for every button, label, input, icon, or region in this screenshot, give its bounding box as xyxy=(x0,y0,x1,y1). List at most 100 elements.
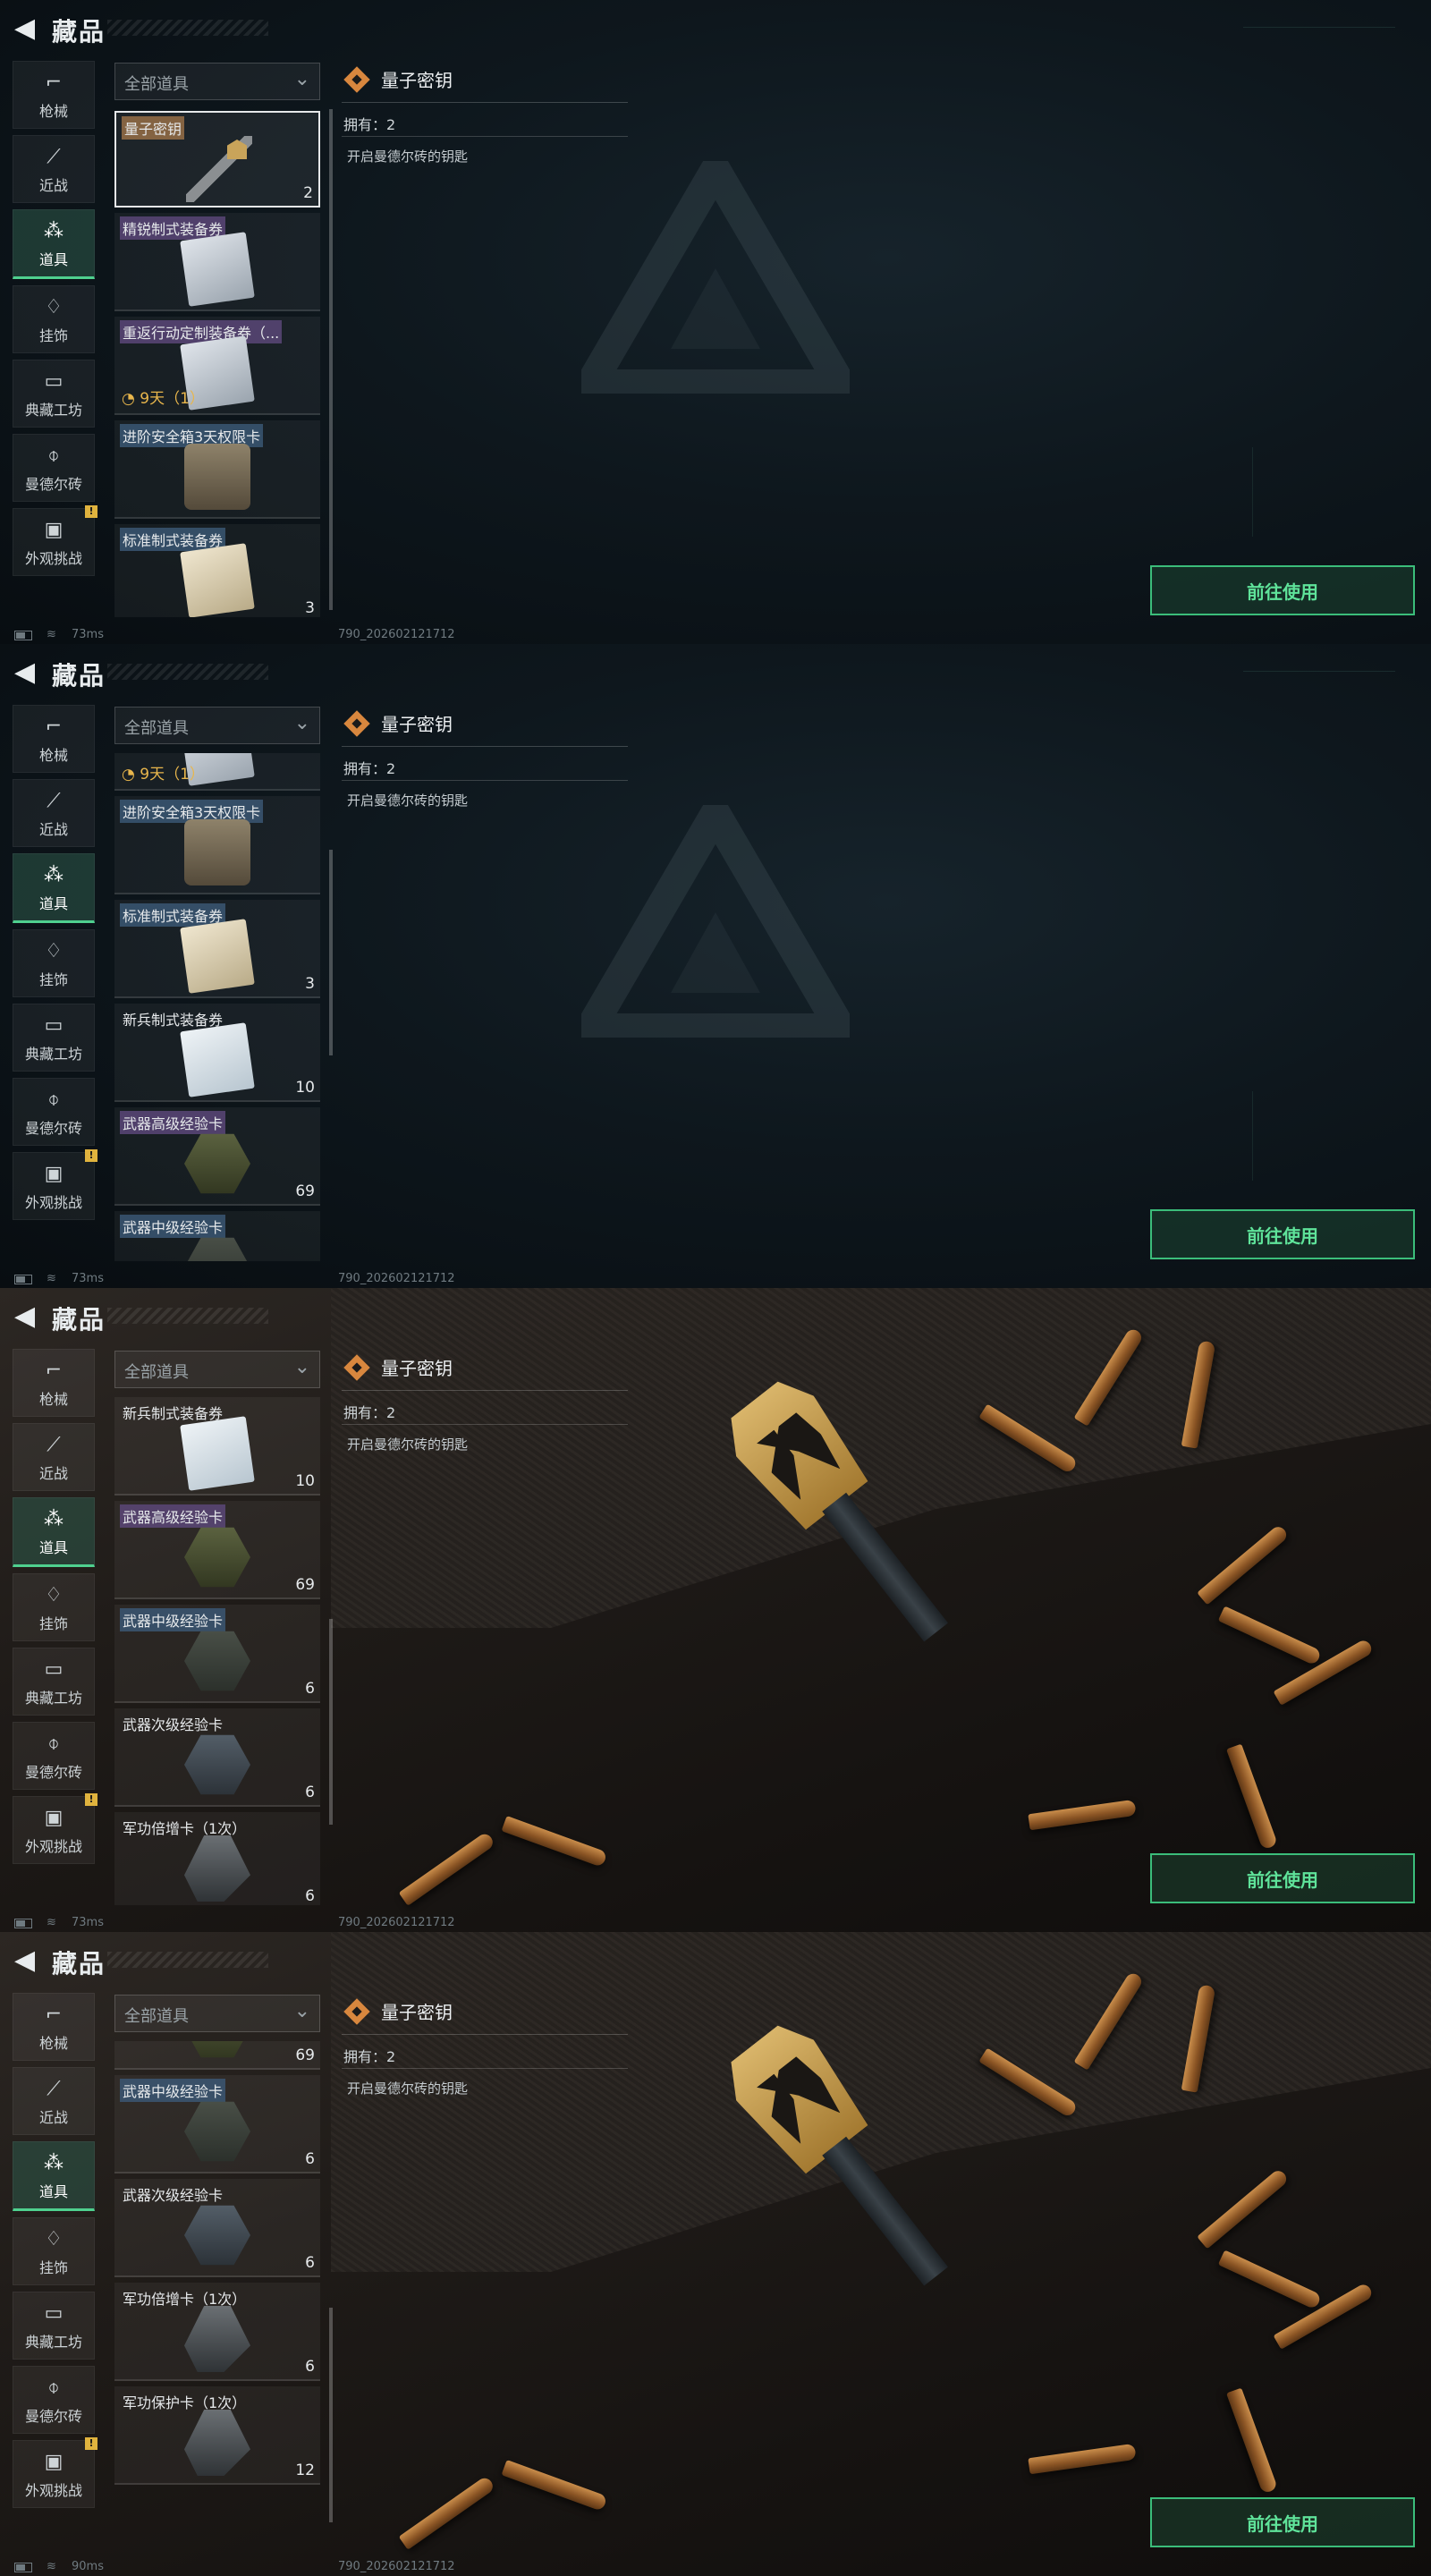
items-icon: ⁂ xyxy=(44,220,64,242)
back-arrow-icon[interactable]: ◀ xyxy=(14,1301,41,1333)
sidebar-item-label: 曼德尔砖 xyxy=(24,2408,82,2425)
list-item[interactable]: 武器中级经验卡 6 xyxy=(114,1605,320,1703)
sidebar-item-workshop[interactable]: ▭ 典藏工坊 xyxy=(13,1648,95,1716)
item-count: 6 xyxy=(305,2358,315,2376)
list-scrollbar[interactable] xyxy=(329,2308,333,2522)
quantum-key-icon xyxy=(343,66,370,93)
back-arrow-icon[interactable]: ◀ xyxy=(14,1945,41,1977)
filter-label: 全部道具 xyxy=(124,75,189,94)
list-item[interactable]: 武器中级经验卡 xyxy=(114,1211,320,1261)
sidebar-item-charms[interactable]: ♢ 挂饰 xyxy=(13,1573,95,1641)
item-count: 3 xyxy=(305,975,315,993)
sidebar-item-label: 枪械 xyxy=(38,1391,68,1408)
exp-card-icon xyxy=(184,1133,250,1194)
sidebar-item-appearance[interactable]: ! ▣ 外观挑战 xyxy=(13,505,97,576)
list-item[interactable]: 武器高级经验卡 69 xyxy=(114,1107,320,1206)
list-item[interactable]: 进阶安全箱3天权限卡 xyxy=(114,420,320,519)
list-item[interactable]: 军功倍增卡（1次） 6 xyxy=(114,1812,320,1905)
sidebar-item-items[interactable]: ⁂ 道具 xyxy=(13,1497,95,1567)
sidebar-item-guns[interactable]: ⌐ 枪械 xyxy=(13,61,95,129)
key-icon xyxy=(186,136,252,202)
list-item[interactable]: 进阶安全箱3天权限卡 xyxy=(114,796,320,894)
item-name: 武器中级经验卡 xyxy=(120,1608,226,1631)
sidebar-item-items[interactable]: ⁂ 道具 xyxy=(13,209,95,279)
sidebar-item-label: 挂饰 xyxy=(38,971,68,988)
sidebar-item-melee[interactable]: ⟋ 近战 xyxy=(13,2067,95,2135)
alert-badge: ! xyxy=(85,1793,97,1806)
owned-count: 拥有：2 xyxy=(343,116,396,133)
list-item[interactable]: 武器次级经验卡 6 xyxy=(114,1708,320,1807)
back-arrow-icon[interactable]: ◀ xyxy=(14,13,41,45)
list-scrollbar[interactable] xyxy=(329,850,333,1055)
sidebar-item-charms[interactable]: ♢ 挂饰 xyxy=(13,285,95,353)
sidebar-item-workshop[interactable]: ▭ 典藏工坊 xyxy=(13,2292,95,2360)
pistol-icon: ⌐ xyxy=(45,72,63,94)
sidebar-item-brick[interactable]: ⌽ 曼德尔砖 xyxy=(13,2366,95,2434)
list-item[interactable]: 精锐制式装备券 xyxy=(114,213,320,311)
list-item[interactable]: 军功保护卡（1次） 12 xyxy=(114,2386,320,2485)
sidebar-item-guns[interactable]: ⌐ 枪械 xyxy=(13,1349,95,1417)
list-scrollbar[interactable] xyxy=(329,109,333,610)
go-use-button[interactable]: 前往使用 xyxy=(1150,2497,1415,2547)
sidebar-item-brick[interactable]: ⌽ 曼德尔砖 xyxy=(13,434,95,502)
sidebar-item-guns[interactable]: ⌐ 枪械 xyxy=(13,1993,95,2061)
list-item[interactable]: 量子密钥 2 xyxy=(114,111,320,208)
list-item[interactable]: 军功倍增卡（1次） 6 xyxy=(114,2283,320,2381)
battery-icon xyxy=(14,2563,32,2572)
sidebar-item-melee[interactable]: ⟋ 近战 xyxy=(13,135,95,203)
list-item[interactable]: ◔ 9天（1） xyxy=(114,753,320,791)
background-logo xyxy=(581,161,850,394)
item-filter-dropdown[interactable]: 全部道具 ⌄ xyxy=(114,63,320,100)
wifi-icon: ≋ xyxy=(47,1272,56,1285)
list-item[interactable]: 69 xyxy=(114,2041,320,2070)
sidebar-item-appearance[interactable]: ! ▣ 外观挑战 xyxy=(13,1149,97,1220)
sidebar-item-appearance[interactable]: ! ▣ 外观挑战 xyxy=(13,2437,97,2508)
item-filter-dropdown[interactable]: 全部道具 ⌄ xyxy=(114,1351,320,1388)
owned-row: 拥有：2 xyxy=(342,2041,628,2069)
sidebar-item-melee[interactable]: ⟋ 近战 xyxy=(13,1423,95,1491)
list-scrollbar[interactable] xyxy=(329,1619,333,1825)
item-name: 武器高级经验卡 xyxy=(120,1111,226,1134)
detail-title: 量子密钥 xyxy=(381,714,453,735)
item-count: 6 xyxy=(305,2254,315,2272)
list-item[interactable]: 标准制式装备券 3 xyxy=(114,524,320,617)
list-item[interactable]: 标准制式装备券 3 xyxy=(114,900,320,998)
screen-2: ◀ 藏品 ⌐ 枪械 ⟋ 近战 ⁂ 道具 ♢ 挂饰 ▭ 典藏工坊 ⌽ 曼德尔砖 ! ▣ 外观挑战 … xyxy=(0,644,1431,1288)
sidebar-item-label: 近战 xyxy=(38,821,68,838)
sidebar-item-charms[interactable]: ♢ 挂饰 xyxy=(13,929,95,997)
sidebar-item-label: 曼德尔砖 xyxy=(24,1764,82,1781)
item-filter-dropdown[interactable]: 全部道具 ⌄ xyxy=(114,707,320,744)
list-item[interactable]: 武器高级经验卡 69 xyxy=(114,1501,320,1599)
sidebar-item-workshop[interactable]: ▭ 典藏工坊 xyxy=(13,360,95,428)
sidebar-item-label: 曼德尔砖 xyxy=(24,1120,82,1137)
sidebar-item-items[interactable]: ⁂ 道具 xyxy=(13,2141,95,2211)
sidebar-item-appearance[interactable]: ! ▣ 外观挑战 xyxy=(13,1793,97,1864)
go-use-button[interactable]: 前往使用 xyxy=(1150,1853,1415,1903)
exp-card-icon xyxy=(184,2101,250,2162)
sidebar-item-items[interactable]: ⁂ 道具 xyxy=(13,853,95,923)
sidebar-item-brick[interactable]: ⌽ 曼德尔砖 xyxy=(13,1078,95,1146)
page-title: 藏品 xyxy=(52,661,106,691)
category-sidebar: ⌐ 枪械 ⟋ 近战 ⁂ 道具 ♢ 挂饰 ▭ 典藏工坊 ⌽ 曼德尔砖 ! ▣ 外观挑战 xyxy=(13,1993,97,2514)
sidebar-item-melee[interactable]: ⟋ 近战 xyxy=(13,779,95,847)
list-item[interactable]: 武器中级经验卡 6 xyxy=(114,2075,320,2174)
image-icon: ▣ xyxy=(44,2451,64,2473)
sidebar-item-guns[interactable]: ⌐ 枪械 xyxy=(13,705,95,773)
item-count: 69 xyxy=(295,2046,315,2064)
item-count: 6 xyxy=(305,2150,315,2168)
sidebar-item-brick[interactable]: ⌽ 曼德尔砖 xyxy=(13,1722,95,1790)
item-description: 开启曼德尔砖的钥匙 xyxy=(347,148,469,165)
item-filter-dropdown[interactable]: 全部道具 ⌄ xyxy=(114,1995,320,2032)
image-icon: ▣ xyxy=(44,519,64,541)
list-item[interactable]: 重返行动定制装备券（... ◔ 9天（1） xyxy=(114,317,320,415)
exp-card-icon xyxy=(184,2205,250,2266)
item-description: 开启曼德尔砖的钥匙 xyxy=(347,792,469,809)
back-arrow-icon[interactable]: ◀ xyxy=(14,657,41,689)
go-use-button[interactable]: 前往使用 xyxy=(1150,1209,1415,1259)
list-item[interactable]: 新兵制式装备券 10 xyxy=(114,1397,320,1496)
list-item[interactable]: 武器次级经验卡 6 xyxy=(114,2179,320,2277)
sidebar-item-charms[interactable]: ♢ 挂饰 xyxy=(13,2217,95,2285)
go-use-button[interactable]: 前往使用 xyxy=(1150,565,1415,615)
list-item[interactable]: 新兵制式装备券 10 xyxy=(114,1004,320,1102)
sidebar-item-workshop[interactable]: ▭ 典藏工坊 xyxy=(13,1004,95,1072)
